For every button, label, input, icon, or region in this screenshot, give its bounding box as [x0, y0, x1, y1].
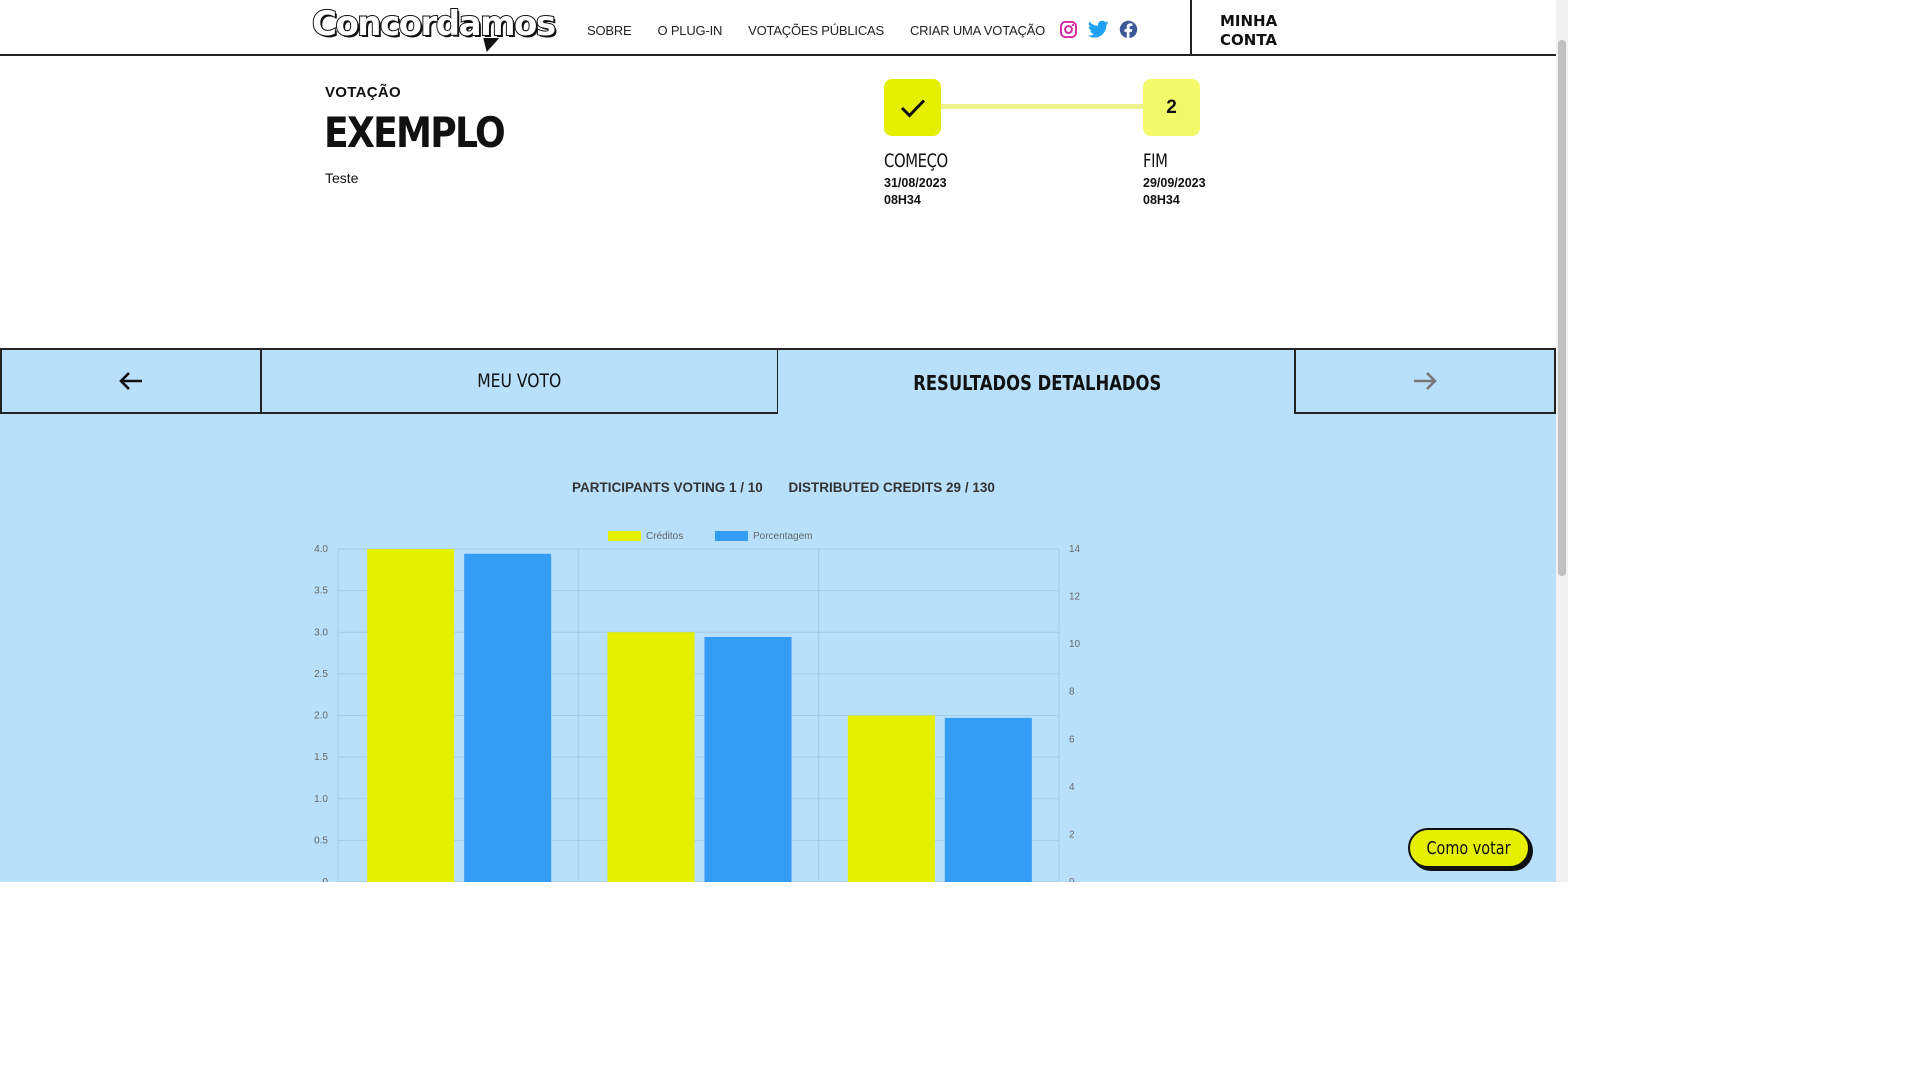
vote-stats: PARTICIPANTS VOTING 1 / 10 DISTRIBUTED C…	[572, 480, 1017, 495]
y-right-tick-label: 14	[1069, 544, 1081, 555]
arrow-left-icon	[119, 372, 142, 390]
y-right-tick-label: 4	[1069, 782, 1075, 793]
timeline-end-name: FIM	[1143, 150, 1168, 172]
site-header: Concordamos SOBRE O PLUG-IN VOTAÇÕES PÚB…	[0, 0, 1556, 56]
timeline-start-time: 08H34	[884, 193, 921, 207]
y-left-tick-label: 0.5	[314, 835, 328, 846]
twitter-icon[interactable]	[1088, 20, 1109, 39]
y-right-tick-label: 6	[1069, 734, 1075, 745]
header-divider	[1190, 0, 1192, 56]
account-label-line1: MINHA	[1220, 12, 1278, 30]
legend-swatch	[608, 531, 641, 541]
timeline-start-step	[884, 79, 941, 136]
next-button[interactable]	[1294, 350, 1556, 414]
results-chart: 4.0 3.5 3.0 2.5 2.0 1.5 1.0 0.5 0 14 12 10 8 6 4 2 0 Créd…	[314, 531, 1081, 882]
account-link[interactable]: MINHA CONTA	[1220, 12, 1277, 50]
nav-item-criar-votacao[interactable]: CRIAR UMA VOTAÇÃO	[910, 23, 1045, 38]
nav-item-plugin[interactable]: O PLUG-IN	[658, 23, 723, 38]
vote-title: EXEMPLO	[324, 108, 506, 157]
y-left-tick-label: 2.5	[314, 669, 328, 680]
nav-item-votacoes-publicas[interactable]: VOTAÇÕES PÚBLICAS	[748, 23, 884, 38]
bar-porcentagem	[464, 553, 552, 882]
y-right-tick-label: 12	[1069, 592, 1081, 603]
distributed-credits: DISTRIBUTED CREDITS 29 / 130	[788, 480, 995, 495]
bar-créditos	[607, 632, 695, 882]
y-right-tick-label: 8	[1069, 687, 1075, 698]
tab-resultados-label: RESULTADOS DETALHADOS	[912, 371, 1162, 395]
timeline-connector	[940, 104, 1145, 109]
tab-meu-voto-label: MEU VOTO	[477, 370, 562, 392]
timeline-start-day: 31/08/2023	[884, 176, 947, 190]
bar-créditos	[847, 715, 935, 882]
y-left-tick-label: 1.0	[314, 794, 328, 805]
timeline-start-name: COMEÇO	[884, 150, 948, 172]
y-left-tick-label: 3.5	[314, 586, 328, 597]
legend-label: Créditos	[646, 531, 683, 542]
social-links	[1059, 20, 1138, 39]
timeline-end-time: 08H34	[1143, 193, 1180, 207]
facebook-icon[interactable]	[1119, 20, 1138, 39]
participants-voting: PARTICIPANTS VOTING 1 / 10	[572, 480, 763, 495]
previous-button[interactable]	[0, 350, 262, 414]
check-icon	[900, 98, 925, 118]
bar-porcentagem	[944, 717, 1032, 882]
instagram-icon[interactable]	[1059, 20, 1078, 39]
account-label-line2: CONTA	[1220, 31, 1277, 49]
timeline-end-step: 2	[1143, 79, 1200, 136]
vote-description: Teste	[325, 170, 359, 186]
scrollbar-thumb[interactable]	[1558, 40, 1566, 576]
y-right-tick-label: 2	[1069, 829, 1075, 840]
bar-porcentagem	[704, 637, 792, 882]
timeline-start-date: 31/08/2023 08H34	[884, 175, 947, 209]
timeline-end-day: 29/09/2023	[1143, 176, 1206, 190]
legend-swatch	[715, 531, 748, 541]
y-left-tick-label: 4.0	[314, 544, 328, 555]
como-votar-label: Como votar	[1426, 837, 1511, 859]
y-right-tick-label: 10	[1069, 639, 1081, 650]
y-left-tick-label: 0	[322, 877, 328, 882]
page-scrollbar[interactable]	[1556, 0, 1568, 882]
y-left-tick-label: 1.5	[314, 752, 328, 763]
arrow-right-icon	[1414, 372, 1437, 390]
y-left-tick-label: 2.0	[314, 711, 328, 722]
nav-item-sobre[interactable]: SOBRE	[587, 23, 632, 38]
logo[interactable]: Concordamos	[311, 3, 557, 52]
legend-label: Porcentagem	[753, 531, 812, 542]
bar-créditos	[367, 549, 455, 882]
vote-label: VOTAÇÃO	[325, 84, 401, 101]
main-nav: SOBRE O PLUG-IN VOTAÇÕES PÚBLICAS CRIAR …	[587, 23, 1071, 38]
tab-resultados-detalhados[interactable]: RESULTADOS DETALHADOS	[778, 350, 1296, 416]
logo-text: Concordamos	[311, 3, 557, 45]
timeline-end-date: 29/09/2023 08H34	[1143, 175, 1206, 209]
y-left-tick-label: 3.0	[314, 627, 328, 638]
y-right-tick-label: 0	[1069, 877, 1075, 882]
timeline-end-step-number: 2	[1166, 96, 1177, 118]
tab-meu-voto[interactable]: MEU VOTO	[260, 350, 779, 414]
como-votar-button[interactable]: Como votar	[1408, 828, 1530, 868]
